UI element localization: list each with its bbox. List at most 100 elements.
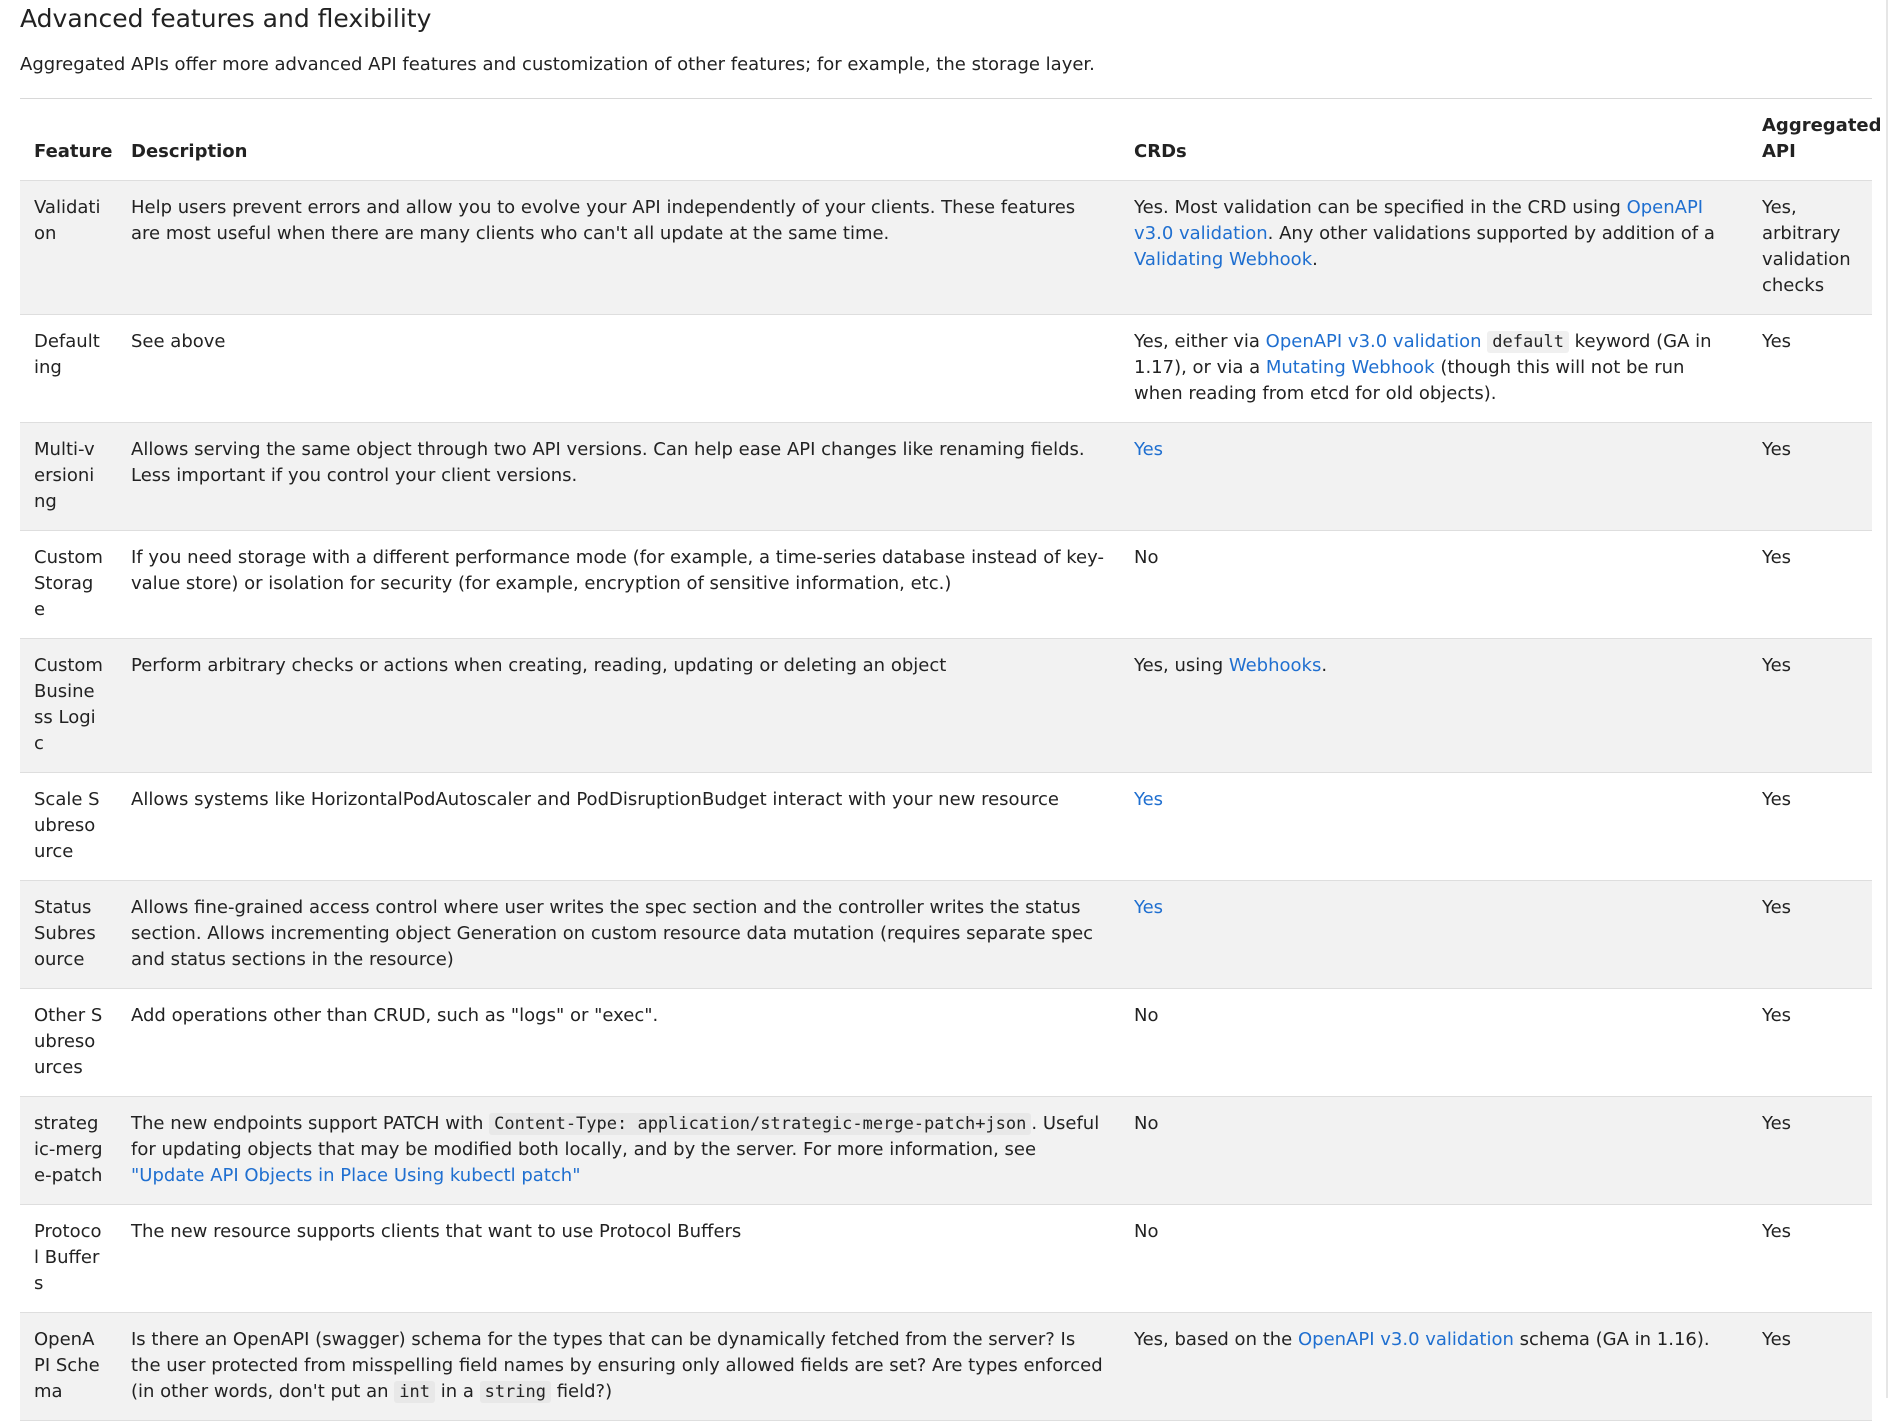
- cell-feature: strategic-merge-patch: [20, 1096, 117, 1205]
- table-row: Custom Storage If you need storage with a…: [20, 530, 1872, 639]
- cell-crds: Yes: [1120, 422, 1748, 531]
- doc-link[interactable]: "Update API Objects in Place Using kubec…: [131, 1165, 580, 1186]
- cell-feature: Custom Business Logic: [20, 638, 117, 773]
- doc-link[interactable]: Validating Webhook: [1134, 249, 1312, 270]
- intro-paragraph: Aggregated APIs offer more advanced API …: [20, 54, 1095, 75]
- doc-link[interactable]: Mutating Webhook: [1266, 357, 1435, 378]
- cell-aggregated-api: Yes: [1748, 422, 1872, 531]
- cell-feature: Custom Storage: [20, 530, 117, 639]
- inline-code: string: [479, 1381, 551, 1403]
- cell-description: See above: [117, 314, 1120, 423]
- cell-crds: Yes: [1120, 880, 1748, 989]
- text-run: Allows serving the same object through t…: [131, 439, 1085, 486]
- text-run: Yes. Most validation can be specified in…: [1134, 197, 1627, 218]
- table-row: OpenAPI Schema Is there an OpenAPI (swagg…: [20, 1312, 1872, 1421]
- cell-feature: Defaulting: [20, 314, 117, 423]
- text-run: in a: [434, 1381, 480, 1402]
- text-run: Help users prevent errors and allow you …: [131, 197, 1076, 244]
- cell-feature: OpenAPI Schema: [20, 1312, 117, 1421]
- table-body: Validation Help users prevent errors and …: [20, 180, 1872, 1421]
- table-row: strategic-merge-patch The new endpoints s…: [20, 1096, 1872, 1205]
- text-run: See above: [131, 331, 226, 352]
- cell-description: Is there an OpenAPI (swagger) schema for…: [117, 1312, 1120, 1421]
- text-run: field?): [551, 1381, 613, 1402]
- text-run: No: [1134, 1113, 1159, 1134]
- cell-feature: Status Subresource: [20, 880, 117, 989]
- header-description: Description: [117, 98, 1120, 181]
- doc-link[interactable]: Yes: [1134, 897, 1163, 918]
- cell-feature: Multi-versioning: [20, 422, 117, 531]
- cell-description: Perform arbitrary checks or actions when…: [117, 638, 1120, 773]
- cell-description: Allows systems like HorizontalPodAutosca…: [117, 772, 1120, 881]
- cell-feature: Protocol Buffers: [20, 1204, 117, 1313]
- text-run: Yes, either via: [1134, 331, 1266, 352]
- cell-description: The new resource supports clients that w…: [117, 1204, 1120, 1313]
- cell-aggregated-api: Yes: [1748, 530, 1872, 639]
- text-run: No: [1134, 1005, 1159, 1026]
- cell-aggregated-api: Yes: [1748, 772, 1872, 881]
- cell-crds: No: [1120, 1204, 1748, 1313]
- text-run: schema (GA in 1.16).: [1513, 1329, 1710, 1350]
- cell-aggregated-api: Yes: [1748, 1204, 1872, 1313]
- text-run: No: [1134, 1221, 1159, 1242]
- inline-code: int: [394, 1381, 435, 1403]
- table-row: Other Subresources Add operations other t…: [20, 988, 1872, 1097]
- table-row: Protocol Buffers The new resource support…: [20, 1204, 1872, 1313]
- cell-aggregated-api: Yes: [1748, 988, 1872, 1097]
- text-run: Allows fine-grained access control where…: [131, 897, 1094, 970]
- table-row: Scale Subresource Allows systems like Hor…: [20, 772, 1872, 881]
- cell-feature: Validation: [20, 180, 117, 315]
- cell-crds: Yes, either via OpenAPI v3.0 validation …: [1120, 314, 1748, 423]
- cell-crds: Yes, based on the OpenAPI v3.0 validatio…: [1120, 1312, 1748, 1421]
- cell-description: If you need storage with a different per…: [117, 530, 1120, 639]
- inline-code: Content-Type: application/strategic-merg…: [489, 1113, 1032, 1135]
- text-run: The new endpoints support PATCH with: [131, 1113, 490, 1134]
- cell-aggregated-api: Yes: [1748, 880, 1872, 989]
- text-run: Allows systems like HorizontalPodAutosca…: [131, 789, 1059, 810]
- text-run: No: [1134, 547, 1159, 568]
- cell-aggregated-api: Yes: [1748, 314, 1872, 423]
- inline-code: default: [1487, 331, 1569, 353]
- doc-link[interactable]: Yes: [1134, 789, 1163, 810]
- text-run: . Any other validations supported by add…: [1267, 223, 1715, 244]
- doc-link[interactable]: Yes: [1134, 439, 1163, 460]
- table-row: Multi-versioning Allows serving the same …: [20, 422, 1872, 531]
- cell-feature: Scale Subresource: [20, 772, 117, 881]
- header-row: Feature Description CRDs Aggregated API: [20, 98, 1882, 181]
- table-header: Feature Description CRDs Aggregated API: [20, 98, 1882, 181]
- cell-aggregated-api: Yes: [1748, 1312, 1872, 1421]
- doc-link[interactable]: Webhooks: [1229, 655, 1321, 676]
- doc-link[interactable]: OpenAPI v3.0 validation: [1298, 1329, 1514, 1350]
- text-run: If you need storage with a different per…: [131, 547, 1104, 594]
- header-feature: Feature: [20, 98, 117, 181]
- table-row: Validation Help users prevent errors and …: [20, 180, 1872, 315]
- cell-description: The new endpoints support PATCH with Con…: [117, 1096, 1120, 1205]
- text-run: Perform arbitrary checks or actions when…: [131, 655, 947, 676]
- cell-crds: Yes: [1120, 772, 1748, 881]
- page: Advanced features and flexibility Aggreg…: [0, 0, 1888, 1421]
- cell-crds: No: [1120, 988, 1748, 1097]
- cell-aggregated-api: Yes: [1748, 638, 1872, 773]
- header-aggregated-api: Aggregated API: [1748, 98, 1882, 181]
- cell-feature: Other Subresources: [20, 988, 117, 1097]
- text-run: The new resource supports clients that w…: [131, 1221, 742, 1242]
- doc-link[interactable]: OpenAPI v3.0 validation: [1266, 331, 1482, 352]
- cell-aggregated-api: Yes: [1748, 1096, 1872, 1205]
- comparison-table: Feature Description CRDs Aggregated API …: [20, 98, 1882, 1421]
- text-run: .: [1321, 655, 1328, 676]
- cell-description: Add operations other than CRUD, such as …: [117, 988, 1120, 1097]
- text-run: Is there an OpenAPI (swagger) schema for…: [131, 1329, 1103, 1402]
- cell-crds: Yes, using Webhooks.: [1120, 638, 1748, 773]
- cell-description: Allows fine-grained access control where…: [117, 880, 1120, 989]
- text-run: .: [1312, 249, 1318, 270]
- cell-crds: No: [1120, 530, 1748, 639]
- cell-crds: Yes. Most validation can be specified in…: [1120, 180, 1748, 315]
- table-row: Status Subresource Allows fine-grained ac…: [20, 880, 1872, 989]
- cell-description: Help users prevent errors and allow you …: [117, 180, 1120, 315]
- table-row: Custom Business Logic Perform arbitrary c…: [20, 638, 1872, 773]
- text-run: Add operations other than CRUD, such as …: [131, 1005, 659, 1026]
- cell-crds: No: [1120, 1096, 1748, 1205]
- text-run: Yes, based on the: [1134, 1329, 1298, 1350]
- cell-aggregated-api: Yes, arbitrary validation checks: [1748, 180, 1872, 315]
- text-run: Yes, using: [1134, 655, 1229, 676]
